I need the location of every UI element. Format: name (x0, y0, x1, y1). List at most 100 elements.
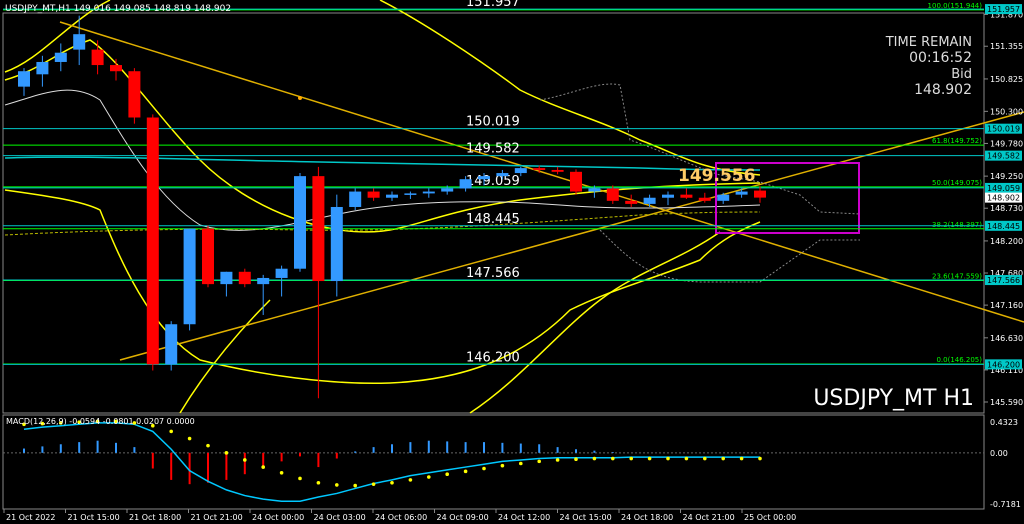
macd-signal-dot (629, 456, 633, 461)
price-tag-label: 146.200 (987, 360, 1020, 369)
bid-value: 148.902 (914, 82, 972, 98)
candle-bear (238, 271, 251, 285)
candle-bull (165, 324, 178, 365)
y-tick-label: 150.825 (990, 75, 1023, 84)
candle-bull (349, 191, 362, 207)
fibo-level-label: 38.2(148.397) (932, 221, 982, 229)
price-tag-label: 149.059 (987, 184, 1020, 193)
macd-signal-dot (316, 480, 321, 485)
macd-signal-dot (445, 472, 450, 476)
price-chart[interactable]: 100.0(151.944)61.8(149.752)50.0(149.075)… (0, 0, 1024, 524)
current-price-label: 149.556 (678, 166, 755, 186)
macd-signal-dot (224, 451, 229, 455)
chart-header: USDJPY_MT,H1 149.016 149.085 148.819 148… (5, 4, 231, 14)
candle-bull (294, 176, 306, 269)
candle-bull (662, 194, 674, 198)
x-tick-label: 25 Oct 00:00 (744, 513, 796, 522)
candle-bull (459, 179, 472, 189)
macd-signal-dot (371, 482, 376, 486)
price-tag-label: 149.582 (987, 152, 1020, 161)
candle-bull (73, 34, 86, 50)
candle-bear (754, 190, 766, 198)
y-tick-label: 145.590 (990, 398, 1023, 407)
bid-label: Bid (951, 67, 972, 82)
macd-signal-dot (390, 480, 394, 485)
candle-bull (220, 271, 233, 285)
macd-signal-dot (335, 483, 339, 487)
macd-signal-dot (611, 456, 615, 461)
price-level-label: 149.582 (466, 142, 520, 157)
candle-bear (698, 197, 711, 201)
fibo-level-label: 0.0(146.205) (936, 356, 982, 364)
time-remain-value: 00:16:52 (909, 50, 972, 66)
macd-signal-dot (721, 456, 725, 461)
fibo-level-label: 23.6(147.559) (932, 272, 982, 280)
macd-signal-dot (758, 456, 762, 461)
price-level-label: 150.019 (466, 115, 520, 130)
price-tag-label: 150.019 (987, 125, 1020, 134)
x-tick-label: 21 Oct 21:00 (191, 513, 243, 522)
candle-bull (257, 277, 270, 285)
candle-bear (551, 169, 564, 172)
macd-signal-dot (279, 470, 284, 475)
candle-bull (441, 188, 454, 192)
price-tag-label: 147.566 (987, 276, 1020, 285)
x-tick-label: 24 Oct 09:00 (437, 513, 489, 522)
marker-dot (298, 96, 302, 100)
candle-bull (275, 268, 288, 278)
y-tick-label: 148.200 (990, 237, 1023, 246)
x-tick-label: 21 Oct 18:00 (129, 513, 181, 522)
macd-signal-dot (261, 465, 266, 469)
macd-signal-dot (482, 466, 486, 471)
price-level-label: 147.566 (466, 266, 520, 281)
macd-signal-dot (537, 459, 541, 464)
macd-signal-dot (500, 463, 505, 468)
price-level-label: 148.445 (466, 212, 520, 227)
x-tick-label: 24 Oct 00:00 (252, 513, 304, 522)
macd-y-tick-label: 0.00 (990, 449, 1008, 458)
macd-signal-dot (243, 458, 247, 462)
candle-bull (330, 206, 343, 282)
candle-bear (128, 71, 141, 118)
candle-bear (533, 168, 546, 170)
candle-bear (146, 117, 159, 365)
symbol-watermark: USDJPY_MT H1 (813, 386, 974, 411)
price-level-label: 149.059 (466, 174, 520, 189)
candle-bull (18, 71, 30, 87)
x-tick-label: 21 Oct 15:00 (68, 513, 120, 522)
macd-y-tick-label: 0.4323 (990, 418, 1018, 427)
candle-bear (202, 228, 214, 285)
y-tick-label: 146.630 (990, 334, 1023, 343)
x-tick-label: 24 Oct 06:00 (375, 513, 427, 522)
macd-signal-dot (353, 483, 358, 488)
x-tick-label: 24 Oct 15:00 (560, 513, 612, 522)
candle-bull (478, 176, 490, 180)
macd-signal-dot (684, 456, 689, 461)
candle-bear (625, 200, 638, 204)
candle-bull (422, 191, 435, 194)
macd-signal-dot (666, 456, 670, 461)
candle-bull (588, 188, 601, 192)
macd-signal-dot (187, 436, 192, 441)
fibo-level-label: 50.0(149.075) (932, 179, 982, 187)
candle-bull (514, 168, 527, 174)
price-level-label: 146.200 (466, 350, 520, 365)
price-tag-label: 148.445 (987, 222, 1020, 231)
candle-bull (54, 52, 67, 62)
y-tick-label: 148.730 (990, 204, 1023, 213)
price-tag-label: 151.957 (987, 5, 1020, 14)
candle-bear (110, 65, 122, 72)
candle-bear (367, 191, 380, 198)
macd-y-tick-label: -0.7181 (990, 500, 1021, 509)
candle-bear (570, 171, 582, 192)
candle-bull (496, 173, 509, 177)
candle-bull (643, 197, 656, 204)
y-tick-label: 150.300 (990, 107, 1023, 116)
macd-signal-dot (739, 456, 744, 461)
candle-bear (606, 188, 619, 201)
candle-bear (312, 176, 325, 282)
fibo-level-label: 61.8(149.752) (932, 137, 982, 145)
macd-signal-dot (169, 429, 173, 434)
macd-signal-dot (463, 469, 468, 474)
price-level-label: 151.957 (466, 0, 520, 10)
